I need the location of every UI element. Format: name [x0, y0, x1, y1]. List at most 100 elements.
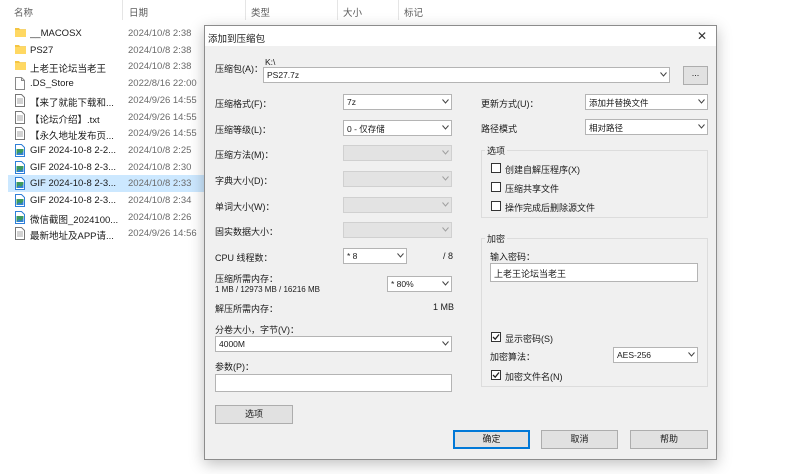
browse-button[interactable]: ... [683, 66, 708, 85]
options-button[interactable]: 选项 [215, 405, 293, 424]
file-date: 2022/8/16 22:00 [128, 78, 197, 90]
memory-percent-select[interactable]: * 80% [387, 276, 452, 292]
file-name: GIF 2024-10-8 2-3... [30, 178, 117, 190]
cpu-threads-value: * 8 [347, 251, 358, 261]
file-row[interactable]: .DS_Store 2022/8/16 22:00 [8, 75, 206, 92]
show-password-checkbox[interactable] [491, 332, 501, 342]
chevron-down-icon[interactable] [442, 341, 449, 347]
format-select[interactable]: 7z [343, 94, 452, 110]
delete-after-checkbox[interactable] [491, 201, 501, 211]
column-divider[interactable] [398, 0, 399, 20]
chevron-down-icon[interactable] [660, 72, 667, 78]
help-button[interactable]: 帮助 [630, 430, 708, 449]
file-name: 最新地址及APP请... [30, 231, 114, 243]
file-row[interactable]: GIF 2024-10-8 2-3... 2024/10/8 2:33 [8, 175, 206, 193]
dictionary-label: 字典大小(D)： [215, 176, 273, 186]
update-mode-value: 添加并替换文件 [589, 98, 649, 108]
cancel-button[interactable]: 取消 [541, 430, 618, 449]
encryption-method-select[interactable]: AES-256 [613, 347, 698, 363]
path-mode-value: 相对路径 [589, 123, 624, 133]
chevron-down-icon[interactable] [688, 352, 695, 358]
column-divider[interactable] [337, 0, 338, 20]
file-name: 【来了就能下载和... [30, 97, 114, 109]
column-divider[interactable] [122, 0, 123, 20]
document-icon [15, 127, 26, 141]
file-name: GIF 2024-10-8 2-3... [30, 161, 117, 173]
sfx-checkbox[interactable] [491, 163, 501, 173]
password-input[interactable]: 上老王论坛当老王 [490, 263, 698, 282]
update-mode-label: 更新方式(U)： [481, 99, 539, 109]
column-divider[interactable] [245, 0, 246, 20]
file-date: 2024/10/8 2:33 [128, 178, 192, 190]
cpu-threads-select[interactable]: * 8 [343, 248, 407, 264]
shared-files-checkbox[interactable] [491, 182, 501, 192]
close-icon[interactable]: ✕ [694, 28, 710, 44]
chevron-down-icon[interactable] [442, 281, 449, 287]
memory-percent-value: * 80% [391, 279, 414, 289]
file-name: 【永久地址发布页... [30, 131, 114, 143]
chevron-down-icon [442, 176, 449, 182]
level-select[interactable]: 0 - 仅存储 [343, 120, 452, 136]
shared-files-label[interactable]: 压缩共享文件 [505, 182, 559, 195]
file-name: .DS_Store [30, 78, 74, 90]
delete-after-label[interactable]: 操作完成后删除源文件 [505, 201, 595, 214]
file-date: 2024/10/8 2:30 [128, 161, 192, 173]
folder-icon [15, 27, 26, 40]
chevron-down-icon[interactable] [397, 253, 404, 259]
chevron-down-icon[interactable] [698, 99, 705, 105]
column-size-header[interactable]: 大小 [343, 5, 362, 19]
file-row[interactable]: GIF 2024-10-8 2-3... 2024/10/8 2:34 [8, 192, 206, 209]
folder-icon [15, 44, 26, 57]
image-icon [15, 143, 26, 157]
ok-button[interactable]: 确定 [453, 430, 530, 449]
dialog-titlebar[interactable]: 添加到压缩包 ✕ [205, 26, 716, 46]
update-mode-select[interactable]: 添加并替换文件 [585, 94, 708, 110]
solid-block-label: 固实数据大小： [215, 227, 279, 237]
file-row[interactable]: GIF 2024-10-8 2-2... 2024/10/8 2:25 [8, 142, 206, 159]
split-volume-value: 4000M [219, 339, 245, 349]
file-row[interactable]: PS27 2024/10/8 2:38 [8, 42, 206, 59]
file-name: GIF 2024-10-8 2-3... [30, 195, 117, 206]
method-select [343, 145, 452, 161]
chevron-down-icon [442, 227, 449, 233]
chevron-down-icon[interactable] [442, 99, 449, 105]
image-icon [15, 177, 26, 191]
file-row[interactable]: __MACOSX 2024/10/8 2:38 [8, 25, 206, 42]
folder-icon [15, 60, 26, 73]
column-tags-header[interactable]: 标记 [404, 5, 423, 19]
word-size-select [343, 197, 452, 213]
file-row[interactable]: 【来了就能下载和... 2024/9/26 14:55 [8, 92, 206, 109]
archive-name-input[interactable]: PS27.7z [263, 67, 670, 83]
chevron-down-icon[interactable] [698, 124, 705, 130]
file-date: 2024/9/26 14:56 [128, 228, 197, 240]
path-mode-select[interactable]: 相对路径 [585, 119, 708, 135]
image-icon [15, 160, 26, 174]
cpu-threads-label: CPU 线程数： [215, 253, 273, 263]
password-value: 上老王论坛当老王 [494, 269, 567, 279]
decompress-memory-label: 解压所需内存： [215, 304, 279, 314]
chevron-down-icon [442, 150, 449, 156]
column-type-header[interactable]: 类型 [251, 5, 270, 19]
split-volume-select[interactable]: 4000M [215, 336, 452, 352]
file-name: __MACOSX [30, 28, 82, 39]
parameters-input[interactable] [215, 374, 452, 392]
file-row[interactable]: 最新地址及APP请... 2024/9/26 14:56 [8, 225, 206, 242]
parameters-label: 参数(P)： [215, 362, 254, 372]
column-date-header[interactable]: 日期 [129, 5, 148, 19]
file-row[interactable]: 微信截图_2024100... 2024/10/8 2:26 [8, 209, 206, 226]
encrypt-names-checkbox[interactable] [491, 370, 501, 380]
chevron-down-icon[interactable] [442, 125, 449, 131]
file-row[interactable]: 【论坛介绍】.txt 2024/9/26 14:55 [8, 109, 206, 126]
show-password-label[interactable]: 显示密码(S) [505, 332, 553, 345]
level-value: 0 - 仅存储 [347, 124, 385, 134]
file-date: 2024/9/26 14:55 [128, 94, 197, 106]
word-size-label: 单词大小(W)： [215, 202, 275, 212]
file-row[interactable]: 【永久地址发布页... 2024/9/26 14:55 [8, 125, 206, 142]
file-row[interactable]: GIF 2024-10-8 2-3... 2024/10/8 2:30 [8, 159, 206, 176]
encrypt-names-label[interactable]: 加密文件名(N) [505, 370, 563, 383]
column-name-header[interactable]: 名称 [14, 5, 33, 19]
file-row[interactable]: 上老王论坛当老王 2024/10/8 2:38 [8, 58, 206, 75]
sfx-label[interactable]: 创建自解压程序(X) [505, 163, 580, 176]
file-name: 【论坛介绍】.txt [30, 114, 100, 126]
format-label: 压缩格式(F)： [215, 99, 272, 109]
